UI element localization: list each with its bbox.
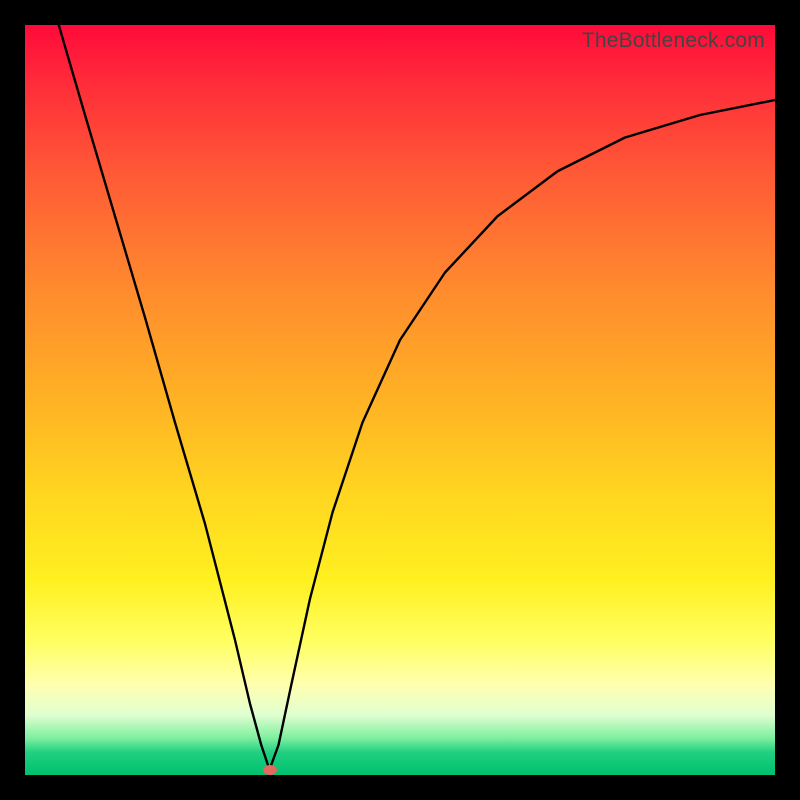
- chart-plot-area: TheBottleneck.com: [25, 25, 775, 775]
- bottleneck-curve: [25, 25, 775, 775]
- optimal-point-marker: [263, 765, 277, 775]
